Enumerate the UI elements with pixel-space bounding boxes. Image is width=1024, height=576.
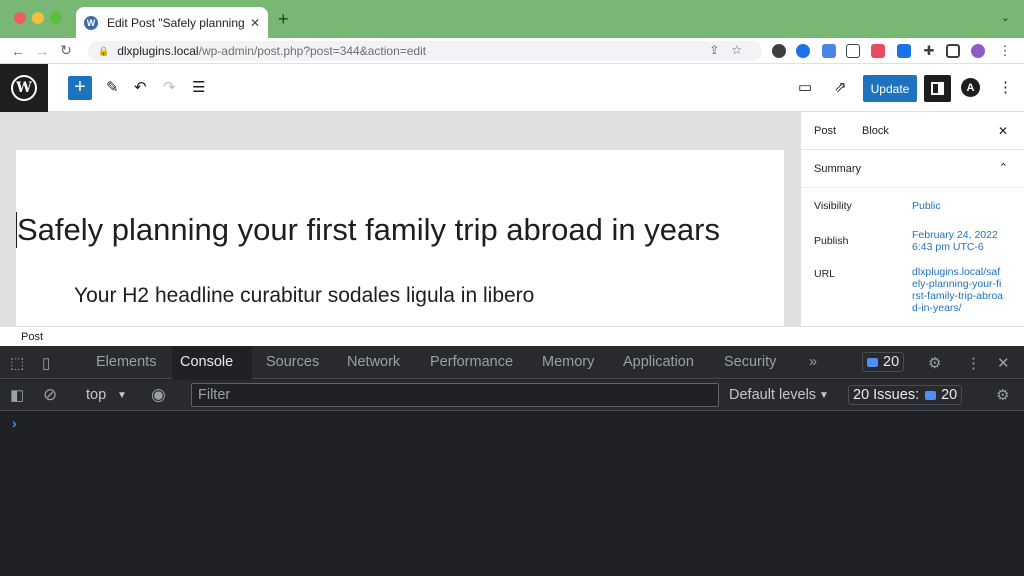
wordpress-logo-button[interactable]: W — [0, 64, 48, 112]
tab-search-icon[interactable]: ⌄ — [1001, 11, 1010, 24]
issues-badge[interactable]: 20 — [862, 352, 905, 372]
url-host: dlxplugins.local — [117, 44, 199, 58]
maximize-window-button[interactable] — [50, 12, 62, 24]
url-path: /wp-admin/post.php?post=344&action=edit — [198, 44, 427, 58]
menu-icon[interactable]: ⋮ — [998, 43, 1012, 58]
extension-icon[interactable] — [897, 44, 911, 58]
update-button[interactable]: Update — [863, 75, 917, 102]
address-bar[interactable]: 🔒 dlxplugins.local/wp-admin/post.php?pos… — [88, 41, 762, 61]
chevron-down-icon: ▼ — [117, 390, 127, 401]
editor-page: Safely planning your first family trip a… — [16, 150, 784, 326]
tab-post[interactable]: Post — [814, 125, 836, 137]
settings-toggle-button[interactable] — [924, 75, 951, 102]
browser-tab-strip: W Edit Post "Safely planning your ✕ + ⌄ — [0, 0, 1024, 38]
new-tab-button[interactable]: + — [278, 9, 289, 30]
editor-header: W + ✎ ↶ ↷ ☰ ▭ ⇗ Update A ⋮ — [0, 64, 1024, 112]
redo-icon[interactable]: ↷ — [163, 78, 176, 96]
visibility-label: Visibility — [814, 200, 852, 212]
more-tabs-icon[interactable]: » — [801, 346, 825, 379]
eye-icon[interactable]: ◉ — [151, 385, 166, 405]
editor-canvas: Safely planning your first family trip a… — [0, 112, 800, 326]
issues-button[interactable]: 20 Issues: 20 — [848, 385, 963, 405]
summary-panel-toggle[interactable]: Summary ⌃ — [801, 150, 1024, 188]
tab-console[interactable]: Console — [172, 346, 252, 379]
extension-icon[interactable] — [871, 44, 885, 58]
tab-title: Edit Post "Safely planning your — [107, 15, 244, 30]
url-value[interactable]: dlxplugins.local/safely-planning-your-fi… — [912, 266, 1004, 324]
sidebar-toggle-icon[interactable]: ◧ — [10, 386, 24, 404]
issues-count: 20 — [883, 354, 900, 370]
publish-label: Publish — [814, 235, 849, 247]
sidebar-tabs: Post Block ✕ — [801, 112, 1024, 150]
extension-icon[interactable] — [822, 44, 836, 58]
message-icon — [925, 390, 937, 400]
sidepanel-icon[interactable] — [946, 44, 960, 58]
message-icon — [867, 357, 878, 367]
options-icon[interactable]: ⋮ — [998, 78, 1013, 96]
chevron-up-icon: ⌃ — [998, 162, 1008, 174]
tab-elements[interactable]: Elements — [88, 346, 164, 379]
astra-icon[interactable]: A — [961, 78, 980, 97]
tab-network[interactable]: Network — [339, 346, 408, 379]
context-select[interactable]: top — [86, 387, 106, 403]
close-devtools-icon[interactable]: ✕ — [997, 354, 1010, 372]
summary-label: Summary — [814, 163, 862, 175]
tab-performance[interactable]: Performance — [422, 346, 521, 379]
device-toolbar-icon[interactable]: ▯ — [42, 354, 50, 372]
extension-icon[interactable] — [796, 44, 810, 58]
issues-badge-count: 20 — [941, 387, 958, 403]
tab-application[interactable]: Application — [615, 346, 702, 379]
log-levels-select[interactable]: Default levels — [729, 387, 816, 403]
visibility-value[interactable]: Public — [912, 200, 1012, 212]
reload-icon[interactable]: ↻ — [54, 42, 78, 59]
wordpress-favicon-icon: W — [84, 15, 98, 30]
preview-icon[interactable]: ▭ — [798, 78, 812, 96]
block-breadcrumb[interactable]: Post — [0, 326, 1024, 346]
tab-security[interactable]: Security — [716, 346, 784, 379]
back-icon[interactable]: ← — [6, 43, 30, 59]
sidebar-icon — [931, 82, 944, 95]
clear-console-icon[interactable]: ⊘ — [43, 385, 57, 405]
inspect-element-icon[interactable]: ⬚ — [10, 354, 24, 372]
issues-label: 20 Issues: — [853, 387, 920, 403]
kebab-menu-icon[interactable]: ⋮ — [966, 354, 981, 372]
forward-icon[interactable]: → — [30, 43, 54, 59]
add-block-button[interactable]: + — [68, 76, 92, 100]
lock-icon: 🔒 — [98, 45, 110, 56]
avatar[interactable] — [971, 44, 985, 58]
post-title[interactable]: Safely planning your first family trip a… — [16, 212, 720, 248]
chevron-down-icon: ▼ — [819, 390, 829, 401]
url-label: URL — [814, 268, 836, 280]
devtools-tab-bar: ⬚ ▯ Elements Console Sources Network Per… — [0, 346, 1024, 379]
extension-icon[interactable] — [772, 44, 786, 58]
undo-icon[interactable]: ↶ — [134, 78, 147, 96]
minimize-window-button[interactable] — [32, 12, 44, 24]
publish-value[interactable]: February 24, 2022 6:43 pm UTC-6 — [912, 229, 1008, 253]
filter-input[interactable]: Filter — [191, 383, 719, 407]
list-view-icon[interactable]: ☰ — [192, 78, 205, 96]
console-output[interactable]: › — [0, 411, 1024, 576]
external-link-icon[interactable]: ⇗ — [834, 78, 847, 96]
share-bookmark-icons[interactable]: ⇪☆ — [709, 43, 754, 57]
heading-block[interactable]: Your H2 headline curabitur sodales ligul… — [74, 284, 534, 308]
screenshot-icon[interactable] — [846, 44, 860, 58]
pencil-icon[interactable]: ✎ — [106, 78, 119, 96]
close-icon[interactable]: ✕ — [998, 124, 1008, 138]
tab-block[interactable]: Block — [862, 125, 889, 137]
console-prompt[interactable]: › — [12, 415, 17, 431]
gear-icon[interactable]: ⚙ — [928, 354, 941, 372]
tab-memory[interactable]: Memory — [534, 346, 602, 379]
close-window-button[interactable] — [14, 12, 26, 24]
tab-close-icon[interactable]: ✕ — [250, 16, 260, 30]
puzzle-icon[interactable]: ✚ — [922, 43, 936, 58]
console-toolbar: ◧ ⊘ top ▼ ◉ Filter Default levels ▼ 20 I… — [0, 380, 1024, 411]
tab-sources[interactable]: Sources — [258, 346, 327, 379]
wordpress-logo-icon: W — [11, 75, 37, 101]
browser-tab-active[interactable]: W Edit Post "Safely planning your ✕ — [76, 7, 268, 38]
console-settings-icon[interactable]: ⚙ — [996, 386, 1009, 404]
